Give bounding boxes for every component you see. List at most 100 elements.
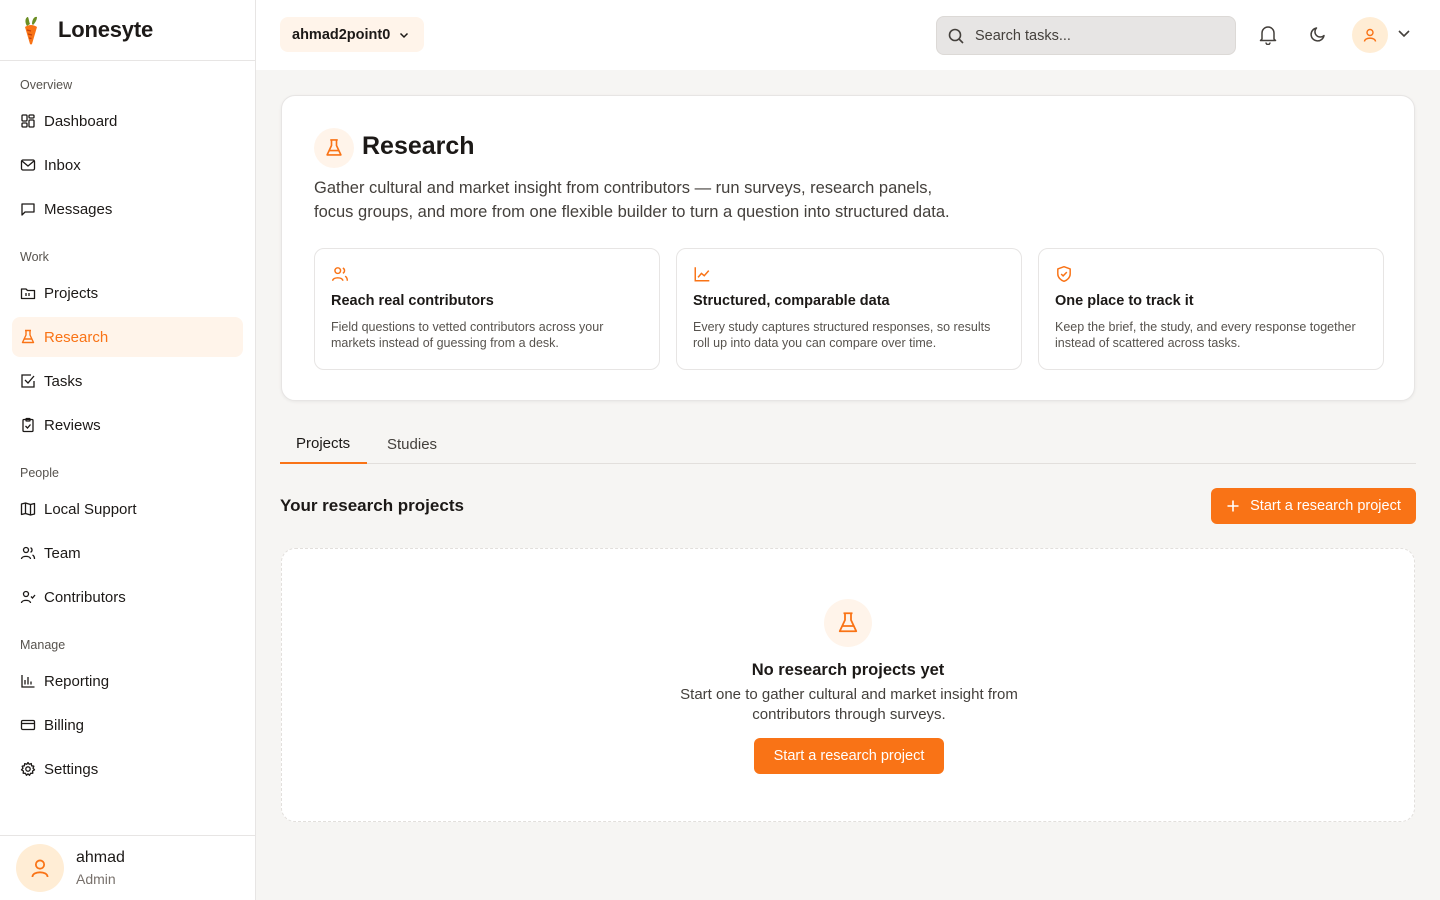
- sidebar-item-settings[interactable]: Settings: [12, 749, 243, 789]
- sidebar-item-label: Projects: [44, 284, 99, 302]
- flask-icon: [326, 139, 342, 156]
- avatar: [16, 844, 64, 892]
- feature-description-line: markets instead of guessing from a desk.: [331, 336, 559, 350]
- carrot-logo-icon: [25, 16, 37, 45]
- search-input[interactable]: [975, 27, 1215, 44]
- sidebar-item-dashboard[interactable]: Dashboard: [12, 101, 243, 141]
- empty-state-start-button[interactable]: Start a research project: [754, 738, 944, 774]
- flask-icon: [838, 612, 858, 633]
- user-menu-avatar[interactable]: [1352, 17, 1388, 53]
- feature-description: Keep the brief, the study, and every res…: [1055, 319, 1367, 351]
- sidebar-item-contributors[interactable]: Contributors: [12, 577, 243, 617]
- empty-state: No research projects yet Start one to ga…: [281, 548, 1415, 822]
- users-icon: [20, 546, 36, 560]
- sidebar-item-label: Messages: [44, 200, 113, 218]
- page-title: Research: [362, 132, 475, 160]
- sidebar-item-messages[interactable]: Messages: [12, 189, 243, 229]
- page-description-line: focus groups, and more from one flexible…: [314, 203, 950, 221]
- start-research-project-button[interactable]: Start a research project: [1211, 488, 1416, 524]
- sidebar-item-label: Tasks: [44, 372, 83, 390]
- line-chart-icon: [694, 267, 710, 282]
- sidebar-item-local-support[interactable]: Local Support: [12, 489, 243, 529]
- page-description: Gather cultural and market insight from …: [314, 176, 1014, 224]
- sidebar-item-inbox[interactable]: Inbox: [12, 145, 243, 185]
- sidebar-item-label: Research: [44, 328, 109, 346]
- page-description-line: Gather cultural and market insight from …: [314, 179, 933, 197]
- hero-icon-badge: [314, 128, 354, 168]
- clipboard-check-icon: [22, 417, 34, 433]
- user-icon: [31, 859, 49, 878]
- feature-description-line: instead of scattered across tasks.: [1055, 336, 1241, 350]
- brand[interactable]: Lonesyte: [0, 0, 255, 61]
- workspace-switcher[interactable]: ahmad2point0: [280, 17, 425, 52]
- sidebar-item-label: Contributors: [44, 588, 126, 606]
- sidebar-item-reporting[interactable]: Reporting: [12, 661, 243, 701]
- sidebar-item-projects[interactable]: Projects: [12, 273, 243, 313]
- flask-icon: [21, 329, 35, 344]
- bell-icon: [1259, 26, 1277, 45]
- sidebar-item-label: Billing: [44, 716, 85, 734]
- empty-state-description-line: Start one to gather cultural and market …: [680, 686, 1018, 703]
- credit-card-icon: [20, 719, 36, 731]
- nav-heading-work: Work: [20, 250, 49, 264]
- sidebar-item-research[interactable]: Research: [12, 317, 243, 357]
- sidebar-item-label: Reviews: [44, 416, 101, 434]
- section-title: Your research projects: [280, 496, 464, 515]
- nav-section-overview: Overview Dashboard Inbox Messages: [0, 75, 255, 229]
- research-tabs: Projects Studies: [280, 424, 1416, 464]
- feature-description: Field questions to vetted contributors a…: [331, 319, 643, 351]
- feature-card-tracking: One place to track it Keep the brief, th…: [1038, 248, 1384, 370]
- nav-heading-overview: Overview: [20, 78, 73, 92]
- sidebar-item-label: Settings: [44, 760, 99, 778]
- sidebar-item-label: Dashboard: [44, 112, 118, 130]
- moon-icon: [1310, 27, 1325, 42]
- nav-section-work: Work Projects Research Tasks Reviews: [0, 247, 255, 445]
- feature-description-line: Every study captures structured response…: [693, 320, 991, 334]
- top-bar: ahmad2point0: [256, 0, 1440, 70]
- map-icon: [20, 502, 36, 516]
- theme-toggle-button[interactable]: [1306, 22, 1330, 46]
- nav-heading-people: People: [20, 466, 59, 480]
- user-check-icon: [20, 590, 36, 604]
- nav-section-manage: Manage Reporting Billing Settings: [0, 635, 255, 789]
- mail-icon: [20, 159, 36, 171]
- bar-chart-icon: [21, 675, 35, 688]
- tab-studies[interactable]: Studies: [371, 424, 453, 464]
- sidebar-item-team[interactable]: Team: [12, 533, 243, 573]
- sidebar: Lonesyte Overview Dashboard Inbox Messag…: [0, 0, 256, 900]
- nav-section-people: People Local Support Team Contributors: [0, 463, 255, 617]
- sidebar-user-profile[interactable]: ahmad Admin: [0, 835, 255, 900]
- search-bar[interactable]: [936, 16, 1236, 55]
- feature-title: One place to track it: [1055, 293, 1194, 309]
- chevron-down-icon[interactable]: [1396, 25, 1412, 41]
- feature-card-contributors: Reach real contributors Field questions …: [314, 248, 660, 370]
- sidebar-item-tasks[interactable]: Tasks: [12, 361, 243, 401]
- folder-icon: [20, 288, 36, 300]
- sidebar-item-label: Reporting: [44, 672, 110, 690]
- empty-state-icon-badge: [824, 599, 872, 647]
- chevron-down-icon: [400, 32, 409, 38]
- gear-icon: [20, 761, 36, 776]
- check-square-icon: [21, 374, 35, 388]
- research-hero-card: Research Gather cultural and market insi…: [281, 95, 1415, 401]
- plus-icon: [1227, 500, 1239, 512]
- button-label: Start a research project: [1250, 498, 1401, 514]
- empty-state-description: Start one to gather cultural and market …: [674, 685, 1024, 725]
- tab-projects[interactable]: Projects: [280, 424, 367, 464]
- nav-heading-manage: Manage: [20, 638, 66, 652]
- feature-description-line: roll up into data you can compare over t…: [693, 336, 937, 350]
- sidebar-item-billing[interactable]: Billing: [12, 705, 243, 745]
- shield-check-icon: [1057, 265, 1071, 283]
- feature-description: Every study captures structured response…: [693, 319, 1005, 351]
- sidebar-item-reviews[interactable]: Reviews: [12, 405, 243, 445]
- feature-card-data: Structured, comparable data Every study …: [676, 248, 1022, 370]
- feature-description-line: Field questions to vetted contributors a…: [331, 320, 604, 334]
- dashboard-icon: [21, 114, 35, 128]
- sidebar-item-label: Inbox: [44, 156, 81, 174]
- sidebar-item-label: Team: [44, 544, 81, 562]
- feature-description-line: Keep the brief, the study, and every res…: [1055, 320, 1356, 334]
- workspace-label: ahmad2point0: [292, 26, 391, 43]
- notifications-button[interactable]: [1256, 22, 1280, 46]
- empty-state-description-line: contributors through surveys.: [752, 706, 946, 723]
- user-name: ahmad: [76, 849, 125, 866]
